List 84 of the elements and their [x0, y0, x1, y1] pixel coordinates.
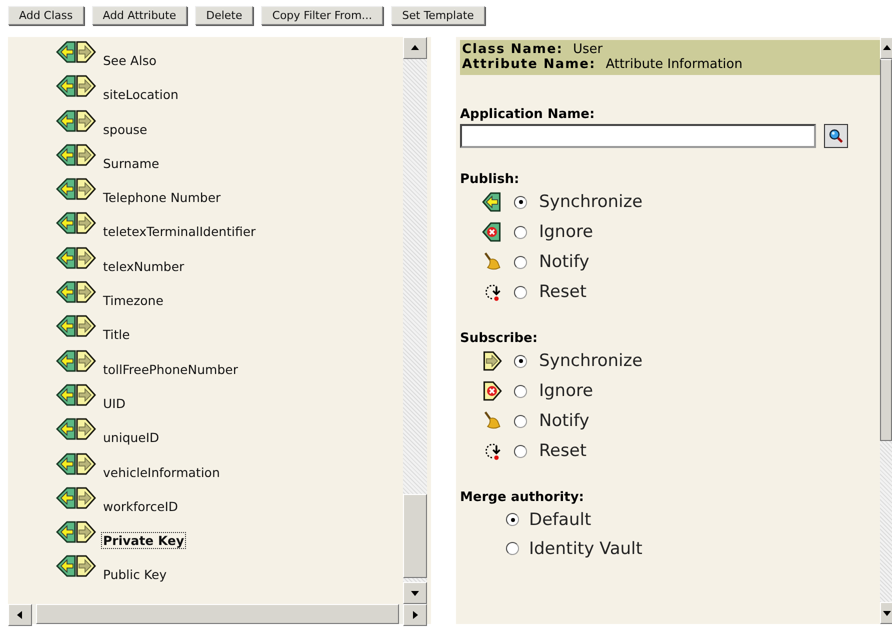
- option-label: Identity Vault: [529, 538, 642, 558]
- attribute-item[interactable]: Title: [101, 326, 132, 344]
- section-title: Subscribe:: [460, 331, 539, 346]
- application-name-field[interactable]: [460, 124, 816, 148]
- radio-button[interactable]: [514, 196, 527, 208]
- bidirectional-arrow-icon: [56, 178, 96, 200]
- vertical-scrollbar[interactable]: [880, 37, 892, 624]
- attribute-item[interactable]: siteLocation: [101, 86, 180, 104]
- attribute-item[interactable]: Surname: [101, 154, 162, 172]
- attribute-item[interactable]: vehicleInformation: [101, 464, 222, 481]
- right-arrow-icon: [482, 351, 502, 371]
- class-name-label: Class Name:: [462, 42, 563, 57]
- left-arrow-icon: [482, 192, 502, 212]
- radio-button[interactable]: [514, 444, 527, 458]
- toolbar-button[interactable]: Set Template: [391, 6, 485, 25]
- radio-button[interactable]: [514, 226, 527, 238]
- ignore-icon: [482, 381, 502, 401]
- bidirectional-arrow-icon: [56, 246, 96, 269]
- scroll-up-icon[interactable]: [410, 43, 420, 53]
- attribute-item[interactable]: Private Key: [101, 532, 186, 550]
- radio-button[interactable]: [514, 256, 527, 268]
- radio-button[interactable]: [514, 354, 527, 368]
- option-label: Notify: [539, 411, 590, 431]
- radio-button[interactable]: [514, 414, 527, 428]
- attribute-item[interactable]: Telephone Number: [101, 189, 223, 206]
- radio-button[interactable]: [514, 384, 527, 398]
- bidirectional-arrow-icon: [56, 555, 96, 578]
- attribute-item[interactable]: workforceID: [101, 498, 180, 515]
- toolbar-button[interactable]: Delete: [195, 6, 254, 25]
- attribute-item[interactable]: tollFreePhoneNumber: [101, 360, 240, 378]
- bidirectional-arrow-icon: [56, 144, 96, 166]
- attribute-name-label: Attribute Name:: [462, 57, 596, 72]
- scroll-right-icon[interactable]: [410, 610, 420, 620]
- option-label: Reset: [539, 441, 586, 461]
- bidirectional-arrow-icon: [56, 75, 96, 98]
- bell-icon: [482, 252, 502, 272]
- bidirectional-arrow-icon: [56, 350, 96, 372]
- bidirectional-arrow-icon: [56, 212, 96, 234]
- option-label: Synchronize: [539, 192, 643, 212]
- radio-button[interactable]: [506, 542, 519, 555]
- option-label: Default: [529, 510, 592, 530]
- scrollbar-thumb[interactable]: [880, 59, 892, 441]
- scrollbar-thumb[interactable]: [403, 494, 427, 578]
- option-label: Ignore: [539, 381, 594, 401]
- bidirectional-arrow-icon: [56, 41, 96, 63]
- bidirectional-arrow-icon: [56, 521, 96, 544]
- class-name-value: User: [572, 42, 603, 57]
- search-icon: [828, 128, 844, 144]
- toolbar-button[interactable]: Copy Filter From...: [261, 6, 384, 25]
- bidirectional-arrow-icon: [56, 452, 96, 475]
- attribute-item[interactable]: UID: [101, 394, 128, 412]
- bidirectional-arrow-icon: [56, 110, 96, 132]
- application-name-label: Application Name:: [460, 107, 596, 122]
- toolbar-button[interactable]: Add Attribute: [92, 6, 188, 25]
- bidirectional-arrow-icon: [56, 281, 96, 304]
- attribute-item[interactable]: uniqueID: [101, 429, 162, 446]
- option-label: Reset: [539, 282, 586, 302]
- bell-icon: [482, 411, 502, 431]
- attribute-item[interactable]: See Also: [101, 52, 158, 69]
- section-title: Merge authority:: [460, 490, 585, 505]
- scroll-down-icon[interactable]: [882, 608, 892, 618]
- bidirectional-arrow-icon: [56, 384, 96, 406]
- attribute-item[interactable]: Public Key: [101, 566, 169, 584]
- option-label: Synchronize: [539, 351, 643, 371]
- scroll-left-icon[interactable]: [15, 610, 25, 620]
- scroll-up-icon[interactable]: [882, 43, 892, 53]
- attribute-item[interactable]: spouse: [101, 120, 150, 138]
- section-title: Publish:: [460, 172, 520, 187]
- option-label: Ignore: [539, 222, 594, 242]
- attribute-item[interactable]: telexNumber: [101, 258, 186, 275]
- radio-button[interactable]: [514, 286, 527, 298]
- ignore-icon: [482, 222, 502, 242]
- bidirectional-arrow-icon: [56, 315, 96, 338]
- attribute-item[interactable]: teletexTerminalIdentifier: [101, 223, 258, 240]
- attribute-item[interactable]: Timezone: [101, 292, 166, 310]
- bidirectional-arrow-icon: [56, 418, 96, 440]
- option-label: Notify: [539, 252, 590, 272]
- toolbar-button[interactable]: Add Class: [8, 6, 84, 25]
- vertical-scrollbar[interactable]: [403, 37, 427, 604]
- scroll-down-icon[interactable]: [410, 588, 420, 598]
- bidirectional-arrow-icon: [56, 486, 96, 509]
- radio-button[interactable]: [506, 513, 519, 526]
- attribute-name-value: Attribute Information: [606, 57, 742, 72]
- search-button[interactable]: [824, 124, 848, 148]
